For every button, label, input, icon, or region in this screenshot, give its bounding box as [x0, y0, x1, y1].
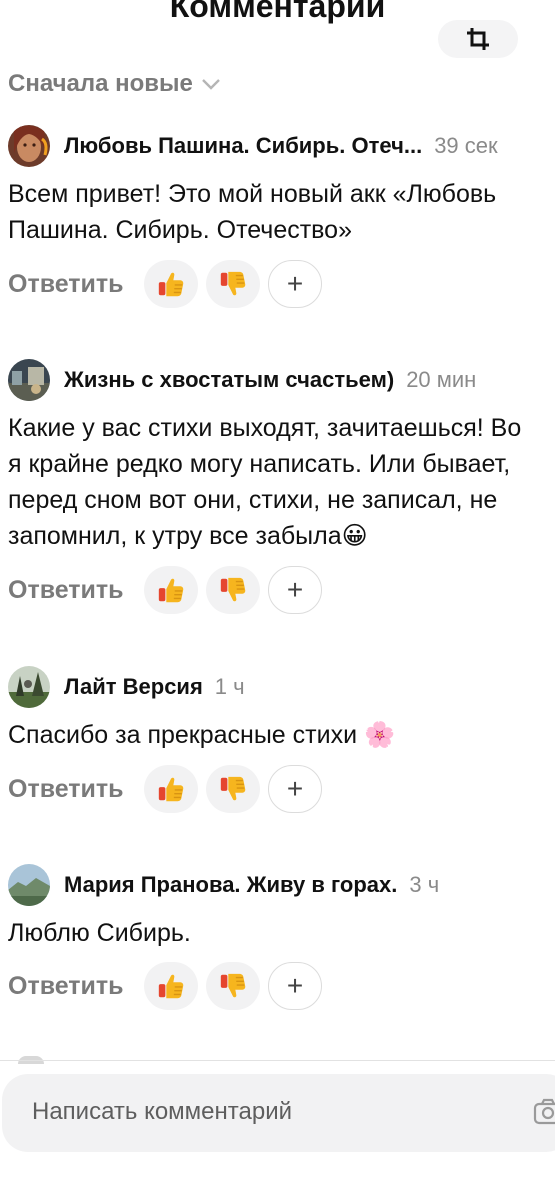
comment-text: Люблю Сибирь.	[8, 915, 191, 951]
thumbs-up-icon	[156, 971, 186, 1001]
header: Комментарии	[0, 0, 555, 60]
comment-header: Мария Пранова. Живу в горах. 3 ч	[8, 863, 439, 907]
camera-icon[interactable]	[532, 1096, 555, 1126]
plus-icon: +	[286, 268, 304, 299]
comment-actions: Ответить +	[8, 260, 330, 308]
comment-text: Спасибо за прекрасные стихи 🌸	[8, 717, 395, 753]
comment-author[interactable]: Лайт Версия	[64, 674, 203, 700]
add-reaction-button[interactable]: +	[268, 765, 322, 813]
add-reaction-button[interactable]: +	[268, 260, 322, 308]
comment-input[interactable]: Написать комментарий	[2, 1074, 555, 1152]
like-button[interactable]	[144, 962, 198, 1010]
thumbs-down-icon	[218, 971, 248, 1001]
sort-dropdown[interactable]: Сначала новые	[8, 70, 221, 98]
add-reaction-button[interactable]: +	[268, 566, 322, 614]
dislike-button[interactable]	[206, 260, 260, 308]
like-button[interactable]	[144, 566, 198, 614]
thumbs-up-icon	[156, 269, 186, 299]
comment-header: Жизнь с хвостатым счастьем) 20 мин	[8, 358, 476, 402]
thumbs-up-icon	[156, 575, 186, 605]
add-reaction-button[interactable]: +	[268, 962, 322, 1010]
comment-author[interactable]: Мария Пранова. Живу в горах.	[64, 872, 397, 898]
reply-button[interactable]: Ответить	[8, 775, 144, 804]
sort-label: Сначала новые	[8, 70, 193, 97]
plus-icon: +	[286, 970, 304, 1001]
chevron-down-icon	[202, 79, 220, 90]
plus-icon: +	[286, 773, 304, 804]
reply-button[interactable]: Ответить	[8, 576, 144, 605]
comment-actions: Ответить +	[8, 765, 330, 813]
comment-time: 20 мин	[406, 367, 477, 392]
comment-time: 1 ч	[214, 674, 245, 699]
reply-button[interactable]: Ответить	[8, 270, 144, 299]
comment-text-line: запомнил, к утру все забыла😀	[8, 522, 368, 550]
dislike-button[interactable]	[206, 765, 260, 813]
comment-text: Всем привет! Это мой новый акк «Любовь П…	[8, 176, 496, 248]
comment-actions: Ответить +	[8, 962, 330, 1010]
comment-text-line: Спасибо за прекрасные стихи 🌸	[8, 721, 396, 749]
comment-author[interactable]: Жизнь с хвостатым счастьем)	[64, 367, 394, 393]
like-button[interactable]	[144, 260, 198, 308]
avatar[interactable]	[8, 864, 50, 906]
thumbs-down-icon	[218, 575, 248, 605]
comment-text-line: Какие у вас стихи выходят, зачитаешься! …	[8, 414, 522, 442]
reply-button[interactable]: Ответить	[8, 972, 144, 1001]
comment-text-line: Люблю Сибирь.	[8, 919, 191, 947]
comment-text: Какие у вас стихи выходят, зачитаешься! …	[8, 410, 521, 554]
comment-header: Лайт Версия 1 ч	[8, 665, 245, 709]
like-button[interactable]	[144, 765, 198, 813]
thumbs-down-icon	[218, 774, 248, 804]
avatar[interactable]	[8, 359, 50, 401]
avatar[interactable]	[8, 125, 50, 167]
comment-time: 3 ч	[409, 872, 440, 897]
comment-text-line: Пашина. Сибирь. Отечество»	[8, 216, 352, 244]
crop-icon	[467, 28, 489, 50]
comments-screen: Комментарии Сначала новые Любовь Пашина.…	[0, 0, 555, 1200]
comment-text-line: я крайне редко могу написать. Или бывает…	[8, 450, 511, 478]
dislike-button[interactable]	[206, 962, 260, 1010]
avatar[interactable]	[8, 666, 50, 708]
comment-actions: Ответить +	[8, 566, 330, 614]
thumbs-up-icon	[156, 774, 186, 804]
comment-text-line: перед сном вот они, стихи, не записал, н…	[8, 486, 498, 514]
comment-header: Любовь Пашина. Сибирь. Отеч... 39 сек	[8, 124, 498, 168]
comment-author[interactable]: Любовь Пашина. Сибирь. Отеч...	[64, 133, 422, 159]
divider	[0, 1060, 555, 1061]
thumbs-down-icon	[218, 269, 248, 299]
dislike-button[interactable]	[206, 566, 260, 614]
comment-text-line: Всем привет! Это мой новый акк «Любовь	[8, 180, 497, 208]
comment-time: 39 сек	[434, 133, 498, 158]
comment-input-placeholder: Написать комментарий	[32, 1098, 293, 1125]
plus-icon: +	[286, 574, 304, 605]
crop-button[interactable]	[438, 20, 518, 58]
